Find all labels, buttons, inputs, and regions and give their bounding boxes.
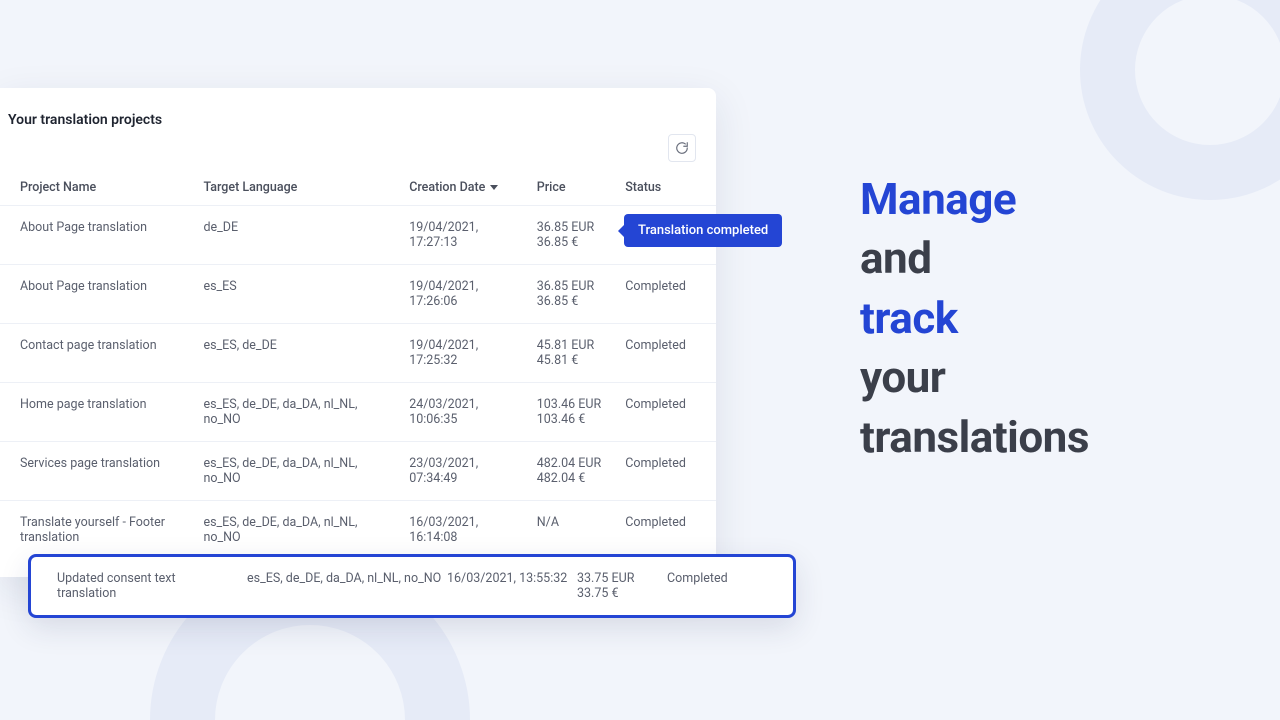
card-title: Your translation projects — [0, 112, 716, 134]
sort-desc-icon — [490, 185, 498, 190]
highlighted-row[interactable]: Updated consent text translation es_ES, … — [28, 554, 796, 618]
cell-price: 482.04 EUR482.04 € — [529, 442, 617, 501]
cell-lang: es_ES, de_DE, da_DA, nl_NL, no_NO — [195, 383, 401, 442]
col-header-status[interactable]: Status — [617, 170, 716, 206]
headline-word: Manage — [860, 170, 1089, 229]
refresh-icon — [675, 141, 689, 155]
cell-status: Completed — [617, 265, 716, 324]
cell-date: 19/04/2021, 17:26:06 — [401, 265, 529, 324]
cell-status: Completed — [617, 324, 716, 383]
decorative-ring-top — [1080, 0, 1280, 200]
cell-date: 16/03/2021, 13:55:32 — [447, 571, 577, 586]
cell-lang: es_ES, de_DE, da_DA, nl_NL, no_NO — [195, 442, 401, 501]
cell-name: Services page translation — [0, 442, 195, 501]
headline-word: translations — [860, 408, 1089, 467]
cell-lang: de_DE — [195, 206, 401, 265]
headline-word: your — [860, 348, 1089, 407]
cell-status: Completed — [617, 501, 716, 560]
cell-date: 19/04/2021, 17:27:13 — [401, 206, 529, 265]
status-tooltip: Translation completed — [624, 214, 782, 247]
cell-price: N/A — [529, 501, 617, 560]
cell-status: Completed — [617, 383, 716, 442]
cell-name: Translate yourself - Footer translation — [0, 501, 195, 560]
cell-date: 24/03/2021, 10:06:35 — [401, 383, 529, 442]
cell-lang: es_ES, de_DE — [195, 324, 401, 383]
cell-name: Updated consent text translation — [57, 571, 247, 601]
cell-price: 45.81 EUR45.81 € — [529, 324, 617, 383]
cell-price: 103.46 EUR103.46 € — [529, 383, 617, 442]
cell-price: 36.85 EUR36.85 € — [529, 206, 617, 265]
cell-status: Completed — [667, 571, 773, 586]
col-header-date-label: Creation Date — [409, 180, 485, 195]
projects-table: Project Name Target Language Creation Da… — [0, 170, 716, 559]
table-row[interactable]: Translate yourself - Footer translation … — [0, 501, 716, 560]
cell-status: Completed — [617, 442, 716, 501]
table-row[interactable]: About Page translation es_ES 19/04/2021,… — [0, 265, 716, 324]
table-row[interactable]: Home page translation es_ES, de_DE, da_D… — [0, 383, 716, 442]
cell-lang: es_ES, de_DE, da_DA, nl_NL, no_NO — [195, 501, 401, 560]
cell-date: 23/03/2021, 07:34:49 — [401, 442, 529, 501]
projects-card: Your translation projects Project Name T… — [0, 88, 716, 577]
cell-name: Contact page translation — [0, 324, 195, 383]
headline-word: track — [860, 289, 1089, 348]
cell-name: Home page translation — [0, 383, 195, 442]
cell-price: 33.75 EUR33.75 € — [577, 571, 667, 601]
table-row[interactable]: About Page translation de_DE 19/04/2021,… — [0, 206, 716, 265]
cell-name: About Page translation — [0, 265, 195, 324]
refresh-button[interactable] — [668, 134, 696, 162]
col-header-name[interactable]: Project Name — [0, 170, 195, 206]
headline-word: and — [860, 229, 1089, 288]
col-header-price[interactable]: Price — [529, 170, 617, 206]
col-header-lang[interactable]: Target Language — [195, 170, 401, 206]
table-row[interactable]: Contact page translation es_ES, de_DE 19… — [0, 324, 716, 383]
cell-name: About Page translation — [0, 206, 195, 265]
cell-price: 36.85 EUR36.85 € — [529, 265, 617, 324]
table-row[interactable]: Services page translation es_ES, de_DE, … — [0, 442, 716, 501]
cell-lang: es_ES, de_DE, da_DA, nl_NL, no_NO — [247, 571, 447, 586]
cell-date: 19/04/2021, 17:25:32 — [401, 324, 529, 383]
cell-lang: es_ES — [195, 265, 401, 324]
marketing-headline: Manage and track your translations — [860, 170, 1089, 467]
cell-date: 16/03/2021, 16:14:08 — [401, 501, 529, 560]
col-header-date[interactable]: Creation Date — [401, 170, 529, 206]
